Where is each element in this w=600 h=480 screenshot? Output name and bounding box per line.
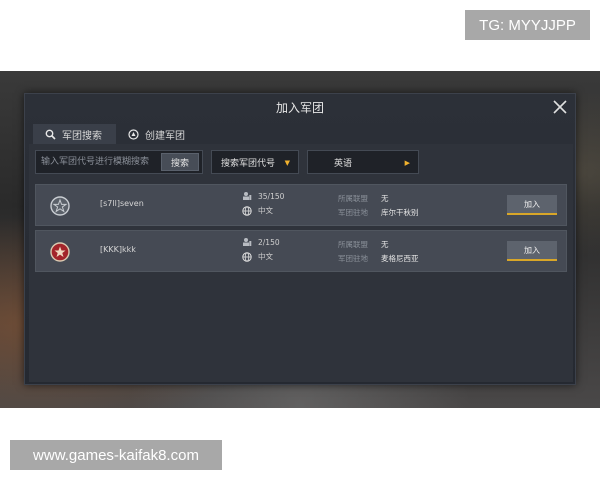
search-button[interactable]: 搜索 xyxy=(161,153,199,171)
members-icon xyxy=(242,191,252,201)
search-box: 搜索 xyxy=(35,150,203,174)
tab-label: 创建军团 xyxy=(145,130,185,142)
base-value: 麦格尼西亚 xyxy=(381,254,419,263)
base-label: 军团驻地 xyxy=(338,208,368,217)
close-icon xyxy=(553,100,567,114)
member-count-value: 2/150 xyxy=(258,237,280,247)
red-star-emblem-icon xyxy=(50,242,70,262)
language-value: 中文 xyxy=(258,206,273,215)
search-input[interactable] xyxy=(36,151,161,173)
legion-row[interactable]: [KKK]kkk 2/150 中文 所属联盟 无 军团驻地 麦格尼西亚 加入 xyxy=(35,230,567,272)
watermark-top: TG: MYYJJPP xyxy=(465,10,590,40)
legion-language: 中文 xyxy=(242,205,273,216)
close-button[interactable] xyxy=(551,98,569,116)
alliance-value: 无 xyxy=(381,240,389,249)
globe-icon xyxy=(242,251,252,262)
legion-name: [s7ll]seven xyxy=(100,199,144,208)
member-count-value: 35/150 xyxy=(258,191,285,201)
tab-legion-search[interactable]: 军团搜索 xyxy=(33,124,116,144)
watermark-bottom: www.games-kaifak8.com xyxy=(10,440,222,470)
caret-down-icon: ▼ xyxy=(284,159,290,167)
caret-right-icon: ▶ xyxy=(404,159,410,167)
dropdown-value: 英语 xyxy=(334,158,353,169)
legion-row[interactable]: [s7ll]seven 35/150 中文 所属联盟 无 军团驻地 库尔干秋别 xyxy=(35,184,567,226)
join-button[interactable]: 加入 xyxy=(507,241,557,261)
alliance-label: 所属联盟 xyxy=(338,194,368,203)
tab-label: 军团搜索 xyxy=(62,130,102,142)
create-legion-icon xyxy=(128,128,139,140)
language-filter-dropdown[interactable]: 英语 ▶ xyxy=(307,150,419,174)
code-filter-dropdown[interactable]: 搜索军团代号 ▼ xyxy=(211,150,299,174)
legion-search-panel: 搜索 搜索军团代号 ▼ 英语 ▶ [s7ll]seven xyxy=(29,144,573,382)
star-emblem-icon xyxy=(50,196,70,216)
member-count: 35/150 xyxy=(242,191,284,201)
member-count: 2/150 xyxy=(242,237,280,247)
join-legion-dialog: 加入军团 军团搜索 创建军团 输入军团代号进行模糊搜索 搜索 搜索军团代号 ▼ … xyxy=(24,93,576,385)
legion-name: [KKK]kkk xyxy=(100,245,136,254)
legion-language: 中文 xyxy=(242,251,273,262)
tab-create-legion[interactable]: 创建军团 xyxy=(116,124,199,144)
join-button[interactable]: 加入 xyxy=(507,195,557,215)
language-value: 中文 xyxy=(258,252,273,261)
globe-icon xyxy=(242,205,252,216)
dropdown-value: 搜索军团代号 xyxy=(221,158,276,169)
search-icon xyxy=(45,129,56,140)
dialog-title: 加入军团 xyxy=(275,100,324,115)
game-screen: 加入军团 军团搜索 创建军团 输入军团代号进行模糊搜索 搜索 搜索军团代号 ▼ … xyxy=(0,71,600,408)
tab-bar: 军团搜索 创建军团 xyxy=(33,124,199,144)
base-label: 军团驻地 xyxy=(338,254,368,263)
alliance-label: 所属联盟 xyxy=(338,240,368,249)
members-icon xyxy=(242,237,252,247)
base-value: 库尔干秋别 xyxy=(381,208,419,217)
alliance-value: 无 xyxy=(381,194,389,203)
